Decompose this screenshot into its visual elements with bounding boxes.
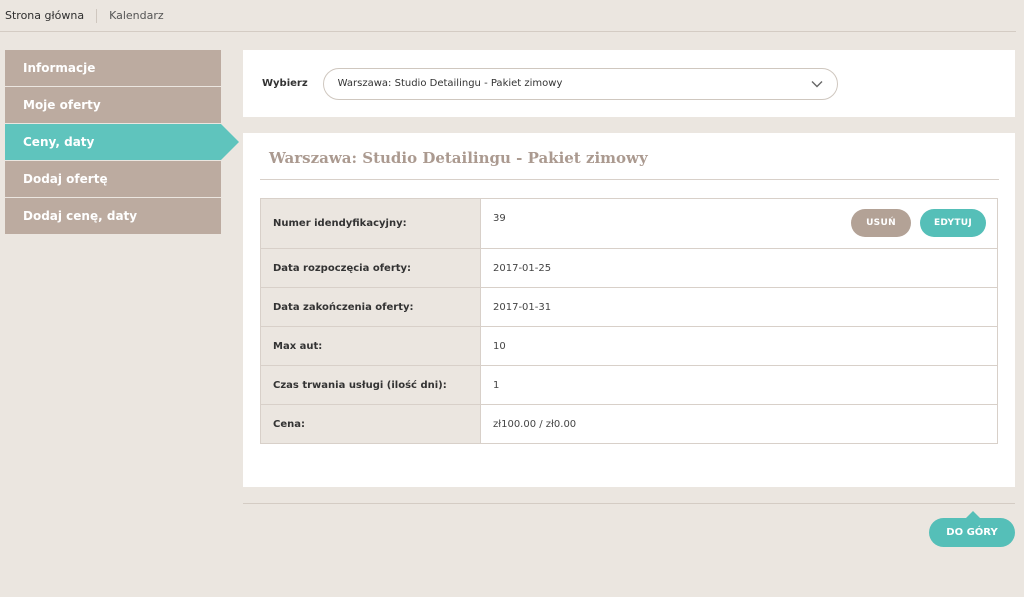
title-divider [260, 179, 999, 180]
row-label: Data zakończenia oferty: [260, 287, 481, 327]
sidebar-item-label: Informacje [23, 61, 96, 75]
table-row: Data rozpoczęcia oferty: 2017-01-25 [260, 248, 998, 288]
row-label: Max aut: [260, 326, 481, 366]
offer-selector-panel: Wybierz Warszawa: Studio Detailingu - Pa… [243, 50, 1015, 117]
row-label: Numer idendyfikacyjny: [260, 198, 481, 249]
sidebar-item-dodaj-cene-daty[interactable]: Dodaj cenę, daty [5, 198, 221, 234]
row-actions: USUŃ EDYTUJ [851, 209, 986, 237]
sidebar-item-label: Moje oferty [23, 98, 101, 112]
row-value: 10 [480, 326, 998, 366]
row-label: Data rozpoczęcia oferty: [260, 248, 481, 288]
row-value: zł100.00 / zł0.00 [480, 404, 998, 444]
row-label: Czas trwania usługi (ilość dni): [260, 365, 481, 405]
row-value: 1 [480, 365, 998, 405]
table-row: Cena: zł100.00 / zł0.00 [260, 404, 998, 444]
table-row: Czas trwania usługi (ilość dni): 1 [260, 365, 998, 405]
table-row: Max aut: 10 [260, 326, 998, 366]
sidebar-item-moje-oferty[interactable]: Moje oferty [5, 87, 221, 123]
chevron-down-icon [811, 80, 823, 88]
table-row: Data zakończenia oferty: 2017-01-31 [260, 287, 998, 327]
top-navigation: Strona główna Kalendarz [0, 0, 1016, 32]
sidebar-item-dodaj-oferte[interactable]: Dodaj ofertę [5, 161, 221, 197]
offer-select-value: Warszawa: Studio Detailingu - Pakiet zim… [337, 78, 563, 89]
sidebar-item-label: Dodaj cenę, daty [23, 209, 138, 223]
delete-button[interactable]: USUŃ [851, 209, 911, 237]
offer-details-panel: Warszawa: Studio Detailingu - Pakiet zim… [243, 133, 1015, 487]
page-title: Warszawa: Studio Detailingu - Pakiet zim… [269, 149, 648, 167]
sidebar-item-label: Ceny, daty [23, 135, 95, 149]
nav-link-calendar[interactable]: Kalendarz [97, 9, 176, 22]
select-label: Wybierz [262, 78, 308, 89]
edit-button[interactable]: EDYTUJ [920, 209, 986, 237]
offer-select[interactable]: Warszawa: Studio Detailingu - Pakiet zim… [322, 67, 838, 100]
table-row: Numer idendyfikacyjny: 39 USUŃ EDYTUJ [260, 198, 998, 249]
row-value-cell: 39 USUŃ EDYTUJ [480, 198, 998, 249]
sidebar-item-ceny-daty[interactable]: Ceny, daty [5, 124, 239, 160]
row-value: 2017-01-25 [480, 248, 998, 288]
footer-divider [243, 503, 1015, 504]
row-value: 2017-01-31 [480, 287, 998, 327]
back-to-top-button[interactable]: DO GÓRY [929, 511, 1015, 547]
sidebar-item-informacje[interactable]: Informacje [5, 50, 221, 86]
offer-details-table: Numer idendyfikacyjny: 39 USUŃ EDYTUJ Da… [260, 198, 998, 444]
sidebar-item-label: Dodaj ofertę [23, 172, 108, 186]
nav-link-home[interactable]: Strona główna [0, 9, 96, 22]
row-value: 39 [493, 213, 506, 224]
sidebar: Informacje Moje oferty Ceny, daty Dodaj … [5, 50, 239, 235]
row-label: Cena: [260, 404, 481, 444]
